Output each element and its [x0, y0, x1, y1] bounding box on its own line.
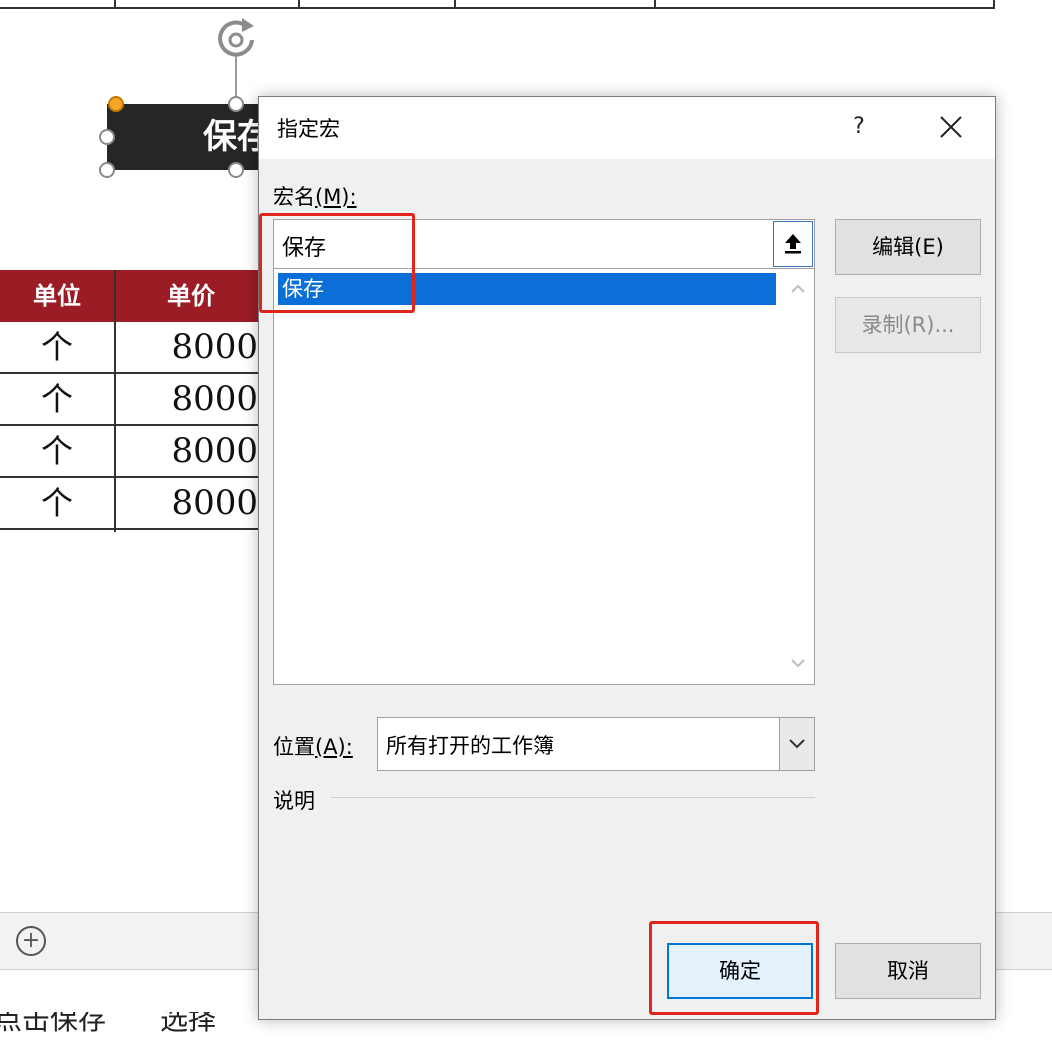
list-scrollbar[interactable]	[782, 269, 814, 683]
caption-text-mid: 选择	[160, 1012, 217, 1036]
price-cell: 8000	[116, 426, 258, 478]
description-label: 说明	[273, 789, 315, 813]
record-button: 录制(R)...	[835, 297, 981, 353]
unit-cell: 个	[0, 322, 114, 374]
dialog-title-bar: 指定宏 ?	[259, 97, 995, 159]
close-button[interactable]	[931, 107, 971, 147]
table-column-divider	[114, 270, 116, 532]
ok-button-highlight	[649, 921, 819, 1015]
unit-cell: 个	[0, 374, 114, 426]
macro-list[interactable]: 保存	[273, 269, 815, 685]
table-top-row	[0, 0, 995, 9]
shape-adjust-handle[interactable]	[108, 96, 124, 112]
resize-handle-bottom[interactable]	[228, 162, 244, 178]
caption-text-left: 点击保存	[0, 1012, 107, 1036]
rotate-icon[interactable]	[212, 14, 260, 62]
rotate-connector	[235, 56, 237, 98]
scroll-down-icon[interactable]	[782, 649, 814, 679]
save-shape-button[interactable]: 保存	[107, 104, 267, 170]
close-icon	[940, 116, 962, 138]
location-value: 所有打开的工作簿	[386, 734, 554, 758]
help-button[interactable]: ?	[844, 107, 874, 147]
price-cell: 8000	[116, 478, 258, 530]
macro-name-label: 宏名(M):	[273, 185, 357, 209]
collapse-dialog-button[interactable]	[773, 221, 813, 267]
cancel-button[interactable]: 取消	[835, 943, 981, 999]
description-divider	[331, 797, 815, 798]
scroll-up-icon[interactable]	[782, 273, 814, 303]
table-header-unit: 单位	[0, 270, 114, 322]
macro-name-highlight	[259, 213, 415, 313]
location-select[interactable]: 所有打开的工作簿	[377, 717, 815, 771]
unit-cell: 个	[0, 426, 114, 478]
price-cell: 8000	[116, 322, 258, 374]
resize-handle-top[interactable]	[228, 96, 244, 112]
resize-handle-left[interactable]	[99, 129, 115, 145]
chevron-down-icon[interactable]	[779, 718, 814, 770]
unit-cell: 个	[0, 478, 114, 530]
add-sheet-icon[interactable]: +	[16, 926, 46, 956]
resize-handle-bottom-left[interactable]	[99, 162, 115, 178]
upload-arrow-icon	[785, 234, 801, 254]
location-label: 位置(A):	[273, 735, 353, 759]
assign-macro-dialog: 指定宏 ? 宏名(M): 保存 保存 编辑(E) 录制(R)... 位置(A):…	[258, 96, 996, 1020]
edit-button[interactable]: 编辑(E)	[835, 219, 981, 275]
price-cell: 8000	[116, 374, 258, 426]
table-header-price: 单价	[116, 270, 266, 322]
dialog-title: 指定宏	[277, 117, 340, 141]
